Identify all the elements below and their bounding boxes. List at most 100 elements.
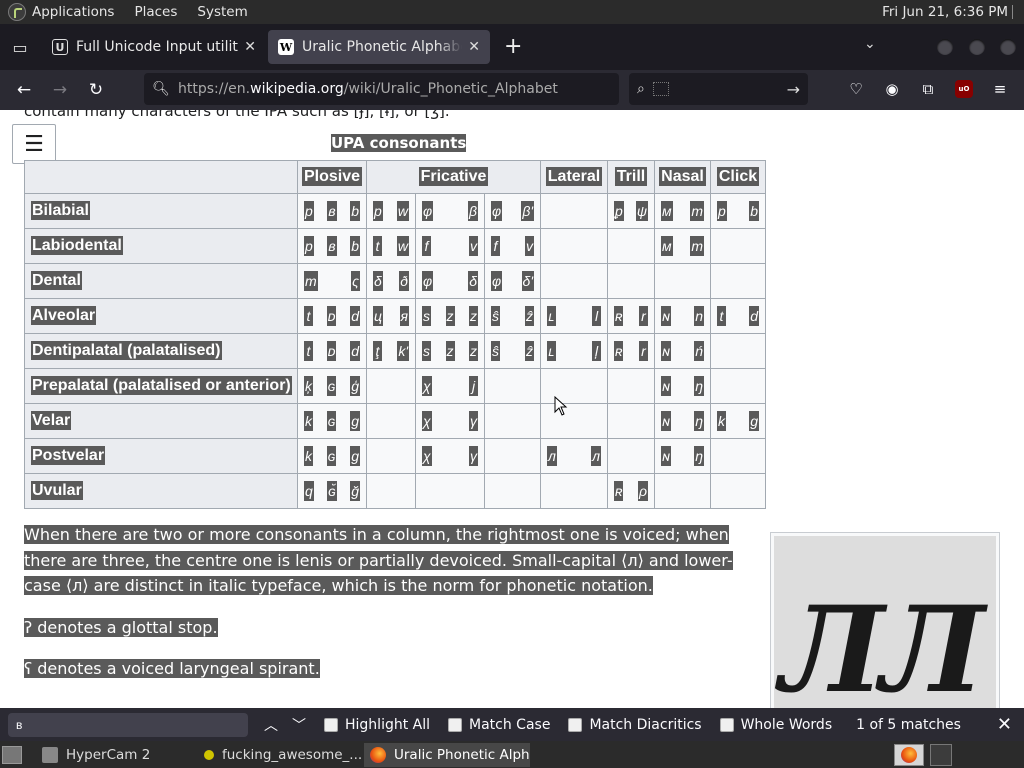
firefox-tray-icon bbox=[901, 747, 917, 763]
lateral-cell: ʟl bbox=[540, 298, 608, 334]
system-menu[interactable]: System bbox=[197, 4, 247, 20]
taskbar-item-firefox[interactable]: Uralic Phonetic Alph... bbox=[364, 742, 530, 767]
table-row: Prepalatal (palatalised or anterior) ķ ɢ ģ χ… bbox=[24, 368, 766, 404]
search-bar[interactable]: ⌕ → bbox=[629, 73, 808, 105]
lateral-cell bbox=[540, 228, 608, 264]
table-header-row: Plosive Fricative Lateral Trill Nasal Cl… bbox=[24, 160, 766, 194]
ublock-origin-icon[interactable]: uO bbox=[955, 80, 973, 98]
row-header: Postvelar bbox=[24, 438, 298, 474]
row-header: Bilabial bbox=[24, 193, 298, 229]
click-cell bbox=[710, 228, 766, 264]
match-case-checkbox[interactable]: Match Case bbox=[448, 717, 550, 733]
fricative-cell: φ β' bbox=[484, 193, 541, 229]
firefox-icon bbox=[370, 746, 386, 763]
account-icon[interactable]: ◉ bbox=[883, 80, 901, 98]
close-find-bar-icon[interactable]: ✕ bbox=[997, 714, 1012, 735]
click-cell: kg bbox=[710, 403, 766, 439]
click-cell: pb bbox=[710, 193, 766, 229]
trill-cell: ʀρ bbox=[607, 473, 655, 509]
nasal-cell bbox=[654, 263, 711, 299]
find-input[interactable] bbox=[8, 712, 248, 737]
trill-cell bbox=[607, 263, 655, 299]
forward-icon[interactable]: → bbox=[42, 74, 78, 106]
article-paragraph: ʕ denotes a voiced laryngeal spirant. bbox=[24, 659, 320, 678]
wikipedia-favicon-icon: W bbox=[278, 39, 294, 55]
fricative-cell: fv bbox=[415, 228, 485, 264]
row-header: Alveolar bbox=[24, 298, 298, 334]
fricative-cell bbox=[415, 473, 485, 509]
fricative-cell: tw bbox=[366, 228, 416, 264]
header-plosive: Plosive bbox=[297, 160, 367, 194]
match-diacritics-checkbox[interactable]: Match Diacritics bbox=[568, 717, 702, 733]
lateral-cell: ᴫл bbox=[540, 438, 608, 474]
show-desktop-icon[interactable] bbox=[2, 745, 22, 764]
header-nasal: Nasal bbox=[654, 160, 711, 194]
minimize-window-button[interactable] bbox=[937, 39, 953, 55]
fricative-cell: ця bbox=[366, 298, 416, 334]
url-path: /wiki/Uralic_Phonetic_Alphabet bbox=[343, 81, 558, 97]
places-menu[interactable]: Places bbox=[134, 4, 177, 20]
tab-unicode-input[interactable]: U Full Unicode Input utility ✕ bbox=[42, 30, 266, 64]
close-tab-icon[interactable]: ✕ bbox=[468, 39, 480, 55]
close-window-button[interactable] bbox=[1000, 39, 1016, 55]
distro-logo-icon[interactable] bbox=[8, 3, 26, 21]
clock[interactable]: Fri Jun 21, 6:36 PM bbox=[882, 4, 1008, 20]
mouse-cursor-icon bbox=[554, 396, 568, 416]
table-of-contents-icon[interactable]: ☰ bbox=[12, 124, 56, 164]
fricative-cell bbox=[484, 368, 541, 404]
menu-icon[interactable]: ≡ bbox=[991, 80, 1009, 98]
click-cell bbox=[710, 473, 766, 509]
table-row: Alveolar t ᴅ d ц я s z z ŝ ẑ ʟ l ʀ r ɴ n t d bbox=[24, 298, 766, 334]
plosive-cell: ķɢģ bbox=[297, 368, 367, 404]
hypercam-icon bbox=[42, 746, 58, 763]
fricative-cell: pw bbox=[366, 193, 416, 229]
search-engine-icon[interactable] bbox=[652, 82, 669, 96]
list-all-tabs-icon[interactable]: ⌄ bbox=[864, 36, 876, 52]
table-row: Velar k ɢ g χ γ ɴ ŋ k g bbox=[24, 403, 766, 439]
maximize-window-button[interactable] bbox=[969, 39, 985, 55]
lateral-cell bbox=[540, 403, 608, 439]
pocket-icon[interactable]: ♡ bbox=[847, 80, 865, 98]
lateral-cell bbox=[540, 368, 608, 404]
article-paragraph: ʔ denotes a glottal stop. bbox=[24, 618, 218, 637]
row-header: Dentipalatal (palatalised) bbox=[24, 333, 298, 369]
taskbar-item-file[interactable]: fucking_awesome_... bbox=[198, 743, 362, 767]
corner-header bbox=[24, 160, 298, 194]
figure-glyph: ЛЛ bbox=[780, 580, 985, 708]
workspace-switcher[interactable] bbox=[930, 744, 952, 766]
firefox-view-button[interactable]: ▭ bbox=[0, 24, 40, 70]
fricative-cell bbox=[366, 473, 416, 509]
search-go-icon[interactable]: → bbox=[787, 80, 800, 99]
extensions-icon[interactable]: ⧉ bbox=[919, 80, 937, 98]
nasal-cell: ᴍm bbox=[654, 228, 711, 264]
row-header: Velar bbox=[24, 403, 298, 439]
click-cell: td bbox=[710, 298, 766, 334]
unicode-favicon-icon: U bbox=[52, 39, 68, 55]
nasal-cell: ɴŋ bbox=[654, 368, 711, 404]
nasal-cell: ɴń bbox=[654, 333, 711, 369]
tab-wikipedia[interactable]: W Uralic Phonetic Alphabet - Wikipedia ✕ bbox=[268, 30, 490, 64]
site-info-icon[interactable]: 🔍︎ bbox=[144, 81, 178, 97]
back-icon[interactable]: ← bbox=[6, 74, 42, 106]
highlight-all-checkbox[interactable]: Highlight All bbox=[324, 717, 430, 733]
article-paragraph: When there are two or more consonants in… bbox=[24, 525, 733, 595]
find-next-icon[interactable]: ﹀ bbox=[292, 715, 306, 735]
find-previous-icon[interactable]: ︿ bbox=[264, 715, 278, 735]
figure-image[interactable]: ЛЛ bbox=[774, 536, 996, 708]
url-bar[interactable]: 🔍︎ https://en. wikipedia.org/wiki/Uralic_… bbox=[144, 73, 619, 105]
tray-firefox-button[interactable] bbox=[894, 744, 924, 766]
applications-menu[interactable]: Applications bbox=[32, 4, 114, 20]
plosive-cell: tᴅd bbox=[297, 333, 367, 369]
whole-words-checkbox[interactable]: Whole Words bbox=[719, 717, 832, 733]
article-figure[interactable]: ЛЛ bbox=[770, 532, 1000, 708]
upa-consonants-table: Plosive Fricative Lateral Trill Nasal Cl… bbox=[24, 160, 766, 509]
plosive-cell: kɢg bbox=[297, 438, 367, 474]
new-tab-icon[interactable]: + bbox=[504, 36, 522, 58]
reload-icon[interactable]: ↻ bbox=[78, 74, 114, 106]
close-tab-icon[interactable]: ✕ bbox=[244, 39, 256, 55]
plosive-cell: tᴅd bbox=[297, 298, 367, 334]
lateral-cell: ʟļ bbox=[540, 333, 608, 369]
fricative-cell: ţ k' bbox=[366, 333, 416, 369]
table-row: Dental т ς δ ð φ δ φ δ' bbox=[24, 263, 766, 299]
taskbar-item-hypercam[interactable]: HyperCam 2 bbox=[36, 743, 196, 767]
